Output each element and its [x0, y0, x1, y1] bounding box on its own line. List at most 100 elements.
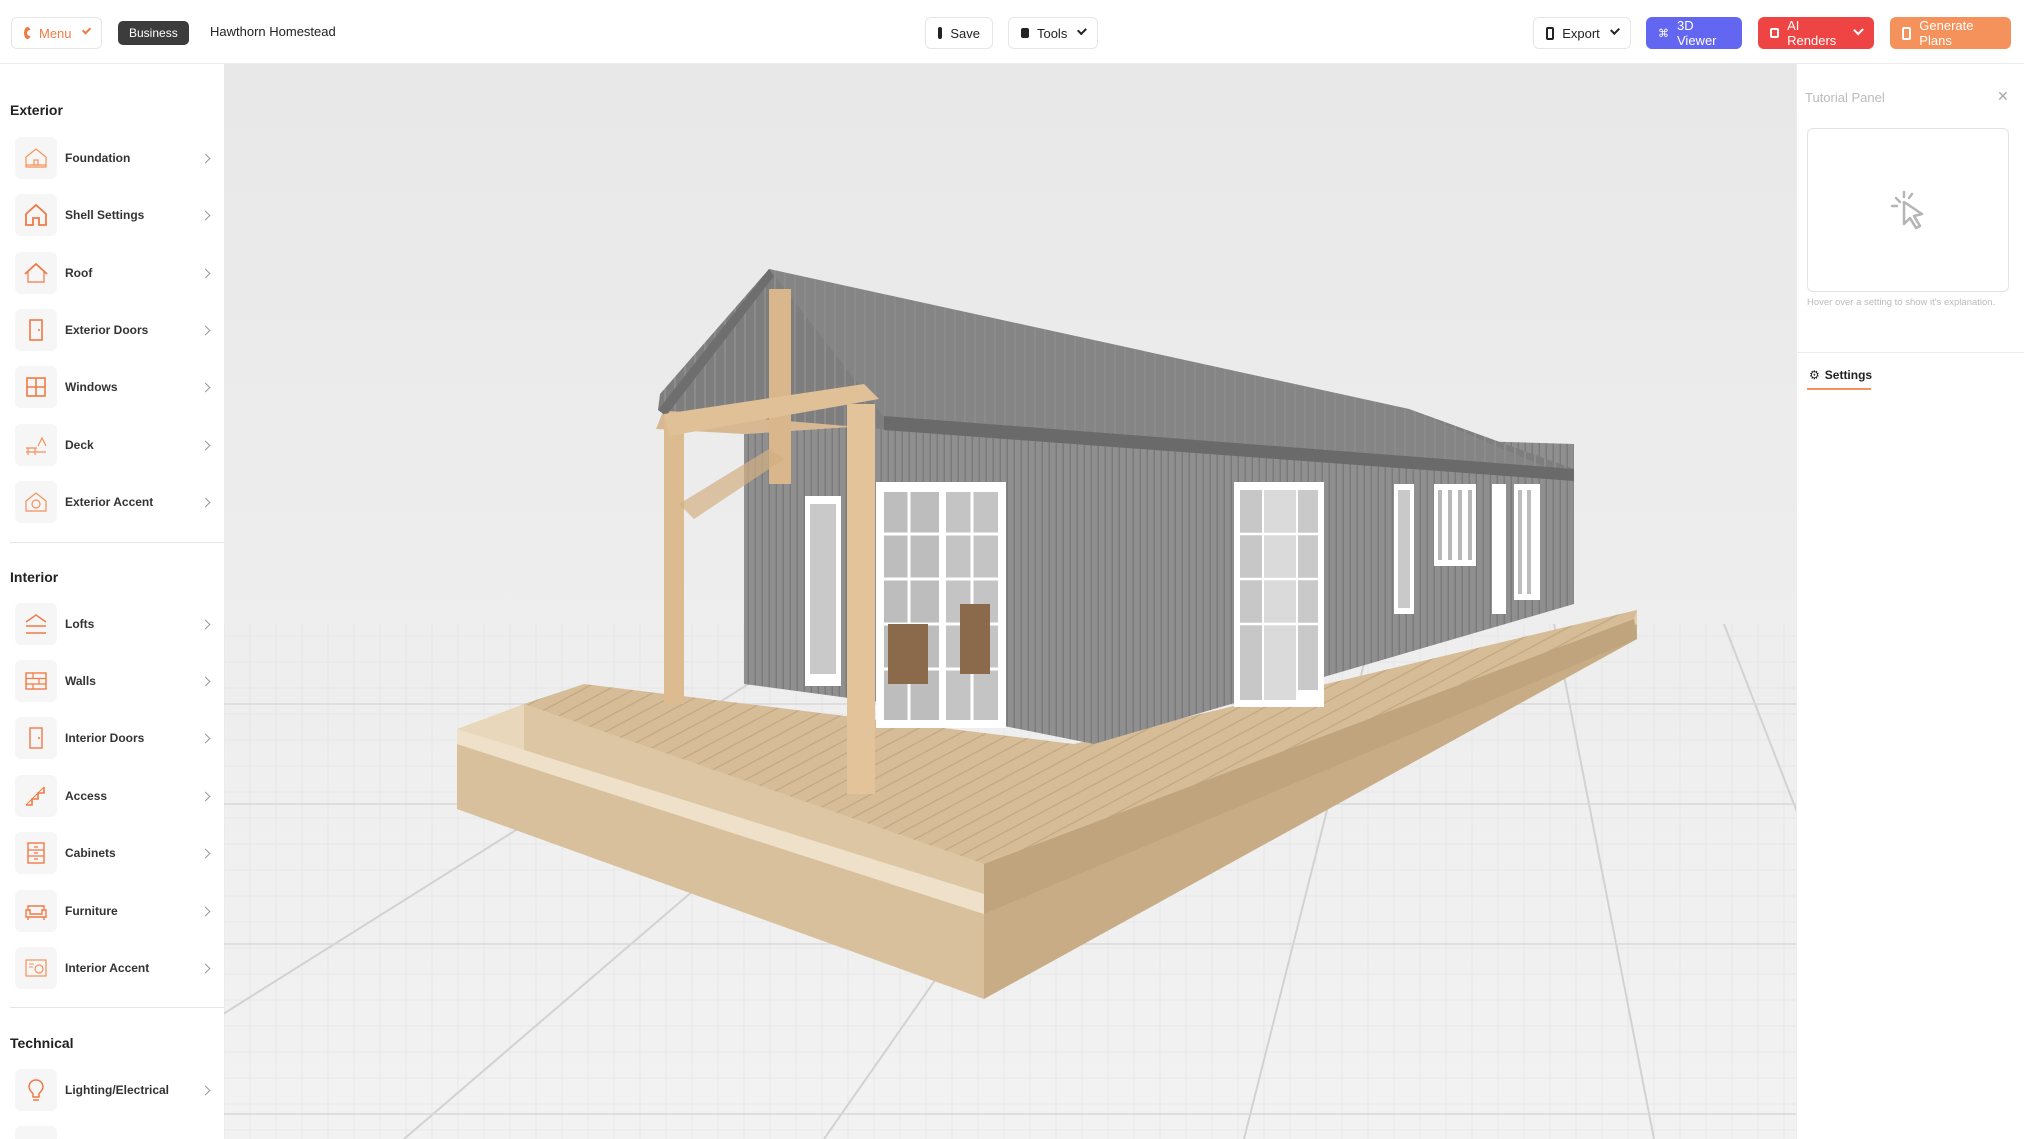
accent-icon: [15, 481, 57, 523]
sidebar-item-label: Lighting/Electrical: [65, 1083, 170, 1097]
menu-button[interactable]: Menu: [11, 17, 102, 49]
3d-viewport[interactable]: [224, 64, 1796, 1139]
chevron-right-icon: [200, 268, 211, 278]
plan-badge: Business: [118, 21, 189, 45]
tutorial-panel-title: Tutorial Panel: [1805, 90, 1885, 105]
save-label: Save: [950, 25, 980, 41]
sidebar-item-label: Shell Settings: [65, 208, 145, 222]
active-tab-indicator: [1807, 388, 1871, 390]
sidebar-item-label: Roof: [65, 266, 93, 280]
sidebar-item-label: Windows: [65, 380, 118, 394]
plans-label: Generate Plans: [1919, 18, 1974, 48]
sidebar-item-label: Cabinets: [65, 846, 116, 860]
sidebar-item-roof[interactable]: Roof: [15, 251, 215, 295]
gear-icon: ⚙: [1809, 368, 1820, 382]
3d-scene: [224, 64, 1796, 1139]
export-label: Export: [1562, 25, 1600, 41]
generate-plans-button[interactable]: Generate Plans: [1890, 17, 2011, 49]
top-bar: Menu Business Hawthorn Homestead Save To…: [0, 0, 2024, 64]
tools-label: Tools: [1036, 25, 1068, 41]
tutorial-hint: Hover over a setting to show it's explan…: [1807, 297, 1996, 308]
menu-label: Menu: [38, 25, 72, 41]
export-button[interactable]: Export: [1533, 17, 1631, 49]
export-file-icon: [1546, 26, 1555, 40]
sidebar-item-label: Exterior Accent: [65, 495, 154, 509]
sidebar-item-interior-accent[interactable]: Interior Accent: [15, 946, 215, 990]
stairs-icon: [15, 775, 57, 817]
sidebar-item-cabinets[interactable]: Cabinets: [15, 831, 215, 875]
settings-tab-label: Settings: [1824, 368, 1873, 382]
sidebar-item-label: Foundation: [65, 151, 131, 165]
cube-icon: ⌘: [1658, 27, 1669, 40]
project-name[interactable]: Hawthorn Homestead: [210, 24, 336, 39]
house-icon: [15, 194, 57, 236]
chevron-right-icon: [200, 791, 211, 801]
sidebar-item-furniture[interactable]: Furniture: [15, 889, 215, 933]
sidebar-item-lighting-electrical[interactable]: Lighting/Electrical: [15, 1068, 215, 1112]
close-icon[interactable]: ✕: [1997, 88, 2009, 105]
sidebar-item-interior-doors[interactable]: Interior Doors: [15, 716, 215, 760]
partial-icon: [15, 1126, 57, 1139]
sofa-icon: [15, 890, 57, 932]
viewer-label: 3D Viewer: [1677, 18, 1717, 48]
loft-icon: [15, 603, 57, 645]
sidebar-item-windows[interactable]: Windows: [15, 365, 215, 409]
chevron-right-icon: [200, 676, 211, 686]
sidebar-item-partial: [15, 1125, 215, 1139]
menu-logo-icon: [24, 27, 33, 39]
panel-divider: [1797, 352, 2024, 353]
door-icon: [15, 309, 57, 351]
sidebar-item-access[interactable]: Access: [15, 774, 215, 818]
chevron-down-icon: [1077, 25, 1087, 36]
section-divider: [10, 542, 224, 543]
chevron-down-icon: [81, 25, 92, 35]
section-title-technical: Technical: [10, 1035, 74, 1051]
sidebar-item-label: Deck: [65, 438, 94, 452]
chevron-right-icon: [200, 153, 211, 163]
sidebar-item-label: Lofts: [65, 617, 95, 631]
window-icon: [15, 366, 57, 408]
wall-icon: [15, 660, 57, 702]
chevron-right-icon: [200, 963, 211, 973]
chevron-right-icon: [200, 619, 211, 629]
sidebar-item-label: Access: [65, 789, 108, 803]
left-sidebar: Exterior Foundation Shell Settings Roof …: [0, 64, 224, 1139]
chevron-right-icon: [200, 382, 211, 392]
tab-settings[interactable]: ⚙ Settings: [1809, 368, 1872, 382]
chevron-down-icon: [1853, 24, 1864, 36]
toolbox-icon: [1021, 28, 1029, 38]
chevron-right-icon: [200, 733, 211, 743]
cabinet-icon: [15, 832, 57, 874]
chevron-right-icon: [200, 440, 211, 450]
chevron-right-icon: [200, 848, 211, 858]
sidebar-item-lofts[interactable]: Lofts: [15, 602, 215, 646]
deck-icon: [15, 424, 57, 466]
sidebar-item-label: Exterior Doors: [65, 323, 149, 337]
sidebar-item-foundation[interactable]: Foundation: [15, 136, 215, 180]
sidebar-item-walls[interactable]: Walls: [15, 659, 215, 703]
sidebar-item-deck[interactable]: Deck: [15, 423, 215, 467]
ai-renders-button[interactable]: AI Renders: [1758, 17, 1874, 49]
sidebar-item-exterior-accent[interactable]: Exterior Accent: [15, 480, 215, 524]
sidebar-item-exterior-doors[interactable]: Exterior Doors: [15, 308, 215, 352]
section-divider: [10, 1007, 224, 1008]
section-title-interior: Interior: [10, 569, 59, 585]
chevron-right-icon: [200, 210, 211, 220]
tools-button[interactable]: Tools: [1008, 17, 1098, 49]
chevron-right-icon: [200, 1085, 211, 1095]
plans-icon: [1902, 26, 1912, 40]
3d-viewer-button[interactable]: ⌘ 3D Viewer: [1646, 17, 1742, 49]
accent-icon: [15, 947, 57, 989]
door-icon: [15, 717, 57, 759]
sidebar-item-shell-settings[interactable]: Shell Settings: [15, 193, 215, 237]
sidebar-item-label: Interior Accent: [65, 961, 150, 975]
save-icon: [938, 27, 943, 39]
section-title-exterior: Exterior: [10, 102, 63, 118]
save-button[interactable]: Save: [925, 17, 993, 49]
tutorial-panel: Tutorial Panel ✕ Hover over a setting to…: [1796, 64, 2024, 1139]
chevron-down-icon: [1609, 25, 1620, 36]
chevron-right-icon: [200, 497, 211, 507]
chevron-right-icon: [200, 906, 211, 916]
image-icon: [1770, 28, 1780, 38]
foundation-icon: [15, 137, 57, 179]
